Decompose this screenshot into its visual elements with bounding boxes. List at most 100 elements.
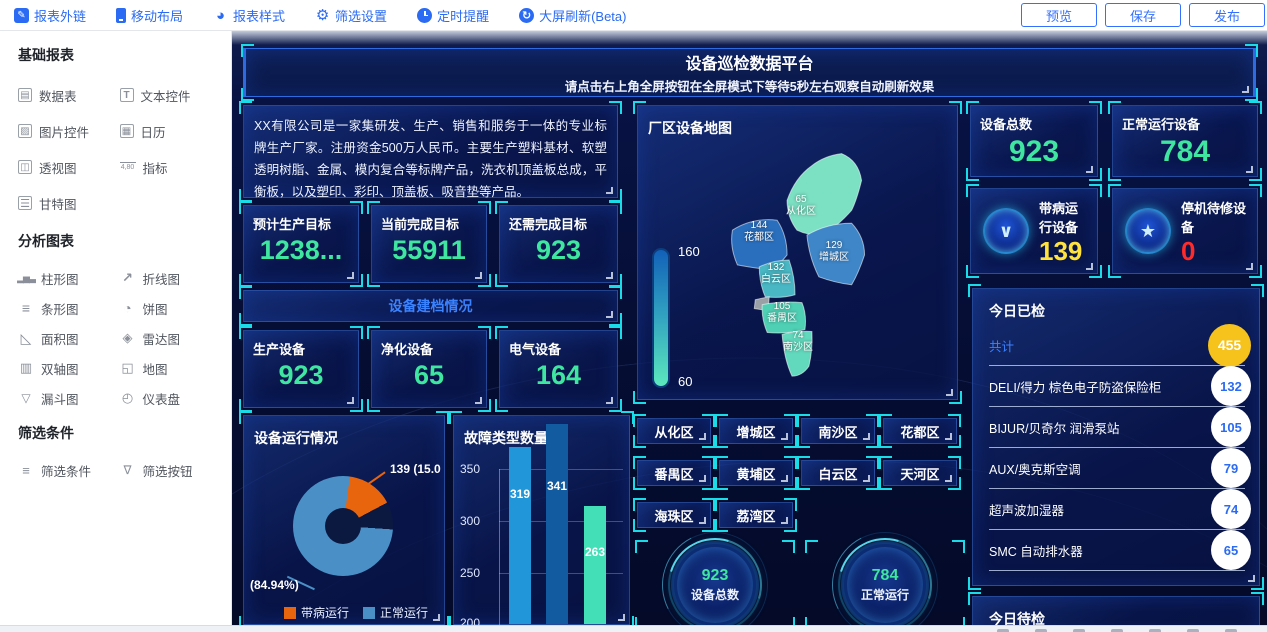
list-item[interactable]: DELI/得力 棕色电子防盗保险柜132	[989, 366, 1245, 407]
preview-button[interactable]: 预览	[1021, 3, 1097, 27]
sidebar-item-radar-chart[interactable]: 雷达图	[120, 323, 222, 353]
resize-handle[interactable]	[781, 475, 788, 482]
list-item[interactable]: BIJUR/贝奇尔 润滑泵站105	[989, 407, 1245, 448]
resize-handle[interactable]	[699, 475, 706, 482]
kpi-current-complete[interactable]: 当前完成目标55911	[371, 205, 487, 283]
district-button-panyu[interactable]: 番禺区	[637, 460, 711, 486]
factory-map-widget[interactable]: 厂区设备地图 65从化区 144花都区 129增城区 132白云区 105番禺区…	[637, 105, 958, 400]
resize-handle[interactable]	[1246, 166, 1253, 173]
resize-handle[interactable]	[699, 517, 706, 524]
sidebar-item-gantt[interactable]: 甘特图	[18, 185, 120, 221]
bar-fault-type-2[interactable]	[546, 424, 568, 624]
list-item-total[interactable]: 共计455	[989, 325, 1245, 366]
resize-handle[interactable]	[475, 272, 482, 279]
sidebar-item-metric[interactable]: 指标	[120, 149, 222, 185]
district-button-nansha[interactable]: 南沙区	[801, 418, 875, 444]
district-button-conghua[interactable]: 从化区	[637, 418, 711, 444]
district-button-haizhu[interactable]: 海珠区	[637, 502, 711, 528]
publish-button[interactable]: 发布	[1189, 3, 1265, 27]
resize-handle[interactable]	[1086, 166, 1093, 173]
stat-faulty-running-devices[interactable]: ∨ 带病运行设备139	[970, 188, 1098, 274]
district-button-huadu[interactable]: 花都区	[883, 418, 957, 444]
sidebar-item-column-chart[interactable]: 柱形图	[18, 263, 120, 293]
stat-normal-running-devices[interactable]: 正常运行设备784	[1112, 105, 1258, 177]
sidebar-item-pivot[interactable]: 透视图	[18, 149, 120, 185]
fault-type-chart-widget[interactable]: 故障类型数量 350 300 250 200 319 341 263	[453, 415, 630, 625]
gauge-total-devices-widget[interactable]: 923设备总数	[640, 545, 790, 625]
resize-handle[interactable]	[1246, 263, 1253, 270]
list-item[interactable]: AUX/奥克斯空调79	[989, 448, 1245, 489]
resize-handle[interactable]	[606, 272, 613, 279]
toolbar-item-filter-settings[interactable]: 筛选设置	[315, 6, 387, 25]
resize-handle[interactable]	[606, 397, 613, 404]
resize-handle[interactable]	[433, 614, 440, 621]
sidebar-item-area-chart[interactable]: 面积图	[18, 323, 120, 353]
save-button[interactable]: 保存	[1105, 3, 1181, 27]
resize-handle[interactable]	[606, 311, 613, 318]
sidebar-item-gauge[interactable]: 仪表盘	[120, 383, 222, 413]
sidebar-item-data-table[interactable]: 数据表	[18, 77, 120, 113]
resize-handle[interactable]	[475, 397, 482, 404]
resize-handle[interactable]	[781, 517, 788, 524]
resize-handle[interactable]	[347, 272, 354, 279]
bar-fault-type-1[interactable]	[509, 447, 531, 624]
sidebar-item-pie-chart[interactable]: 饼图	[120, 293, 222, 323]
toolbar-item-scheduled-reminder[interactable]: 定时提醒	[417, 6, 489, 25]
toolbar-item-report-style[interactable]: 报表样式	[213, 6, 285, 25]
stat-total-devices[interactable]: 设备总数923	[970, 105, 1098, 177]
sidebar-item-filter-condition[interactable]: 筛选条件	[18, 455, 120, 485]
checked-today-list-widget[interactable]: 今日已检 共计455 DELI/得力 棕色电子防盗保险柜132 BIJUR/贝奇…	[972, 288, 1260, 586]
sidebar-item-funnel-chart[interactable]: 漏斗图	[18, 383, 120, 413]
dashboard-title-widget[interactable]: 设备巡检数据平台 请点击右上角全屏按钮在全屏模式下等待5秒左右观察自动刷新效果	[243, 48, 1256, 97]
resize-handle[interactable]	[946, 389, 953, 396]
dashboard-canvas[interactable]: 设备巡检数据平台 请点击右上角全屏按钮在全屏模式下等待5秒左右观察自动刷新效果 …	[232, 31, 1267, 625]
resize-handle[interactable]	[945, 475, 952, 482]
list-item[interactable]: SMC 自动排水器65	[989, 530, 1245, 571]
resize-handle[interactable]	[699, 433, 706, 440]
resize-handle[interactable]	[1248, 575, 1255, 582]
resize-handle[interactable]	[781, 433, 788, 440]
pending-today-list-widget[interactable]: 今日待检	[972, 596, 1260, 625]
resize-handle[interactable]	[863, 433, 870, 440]
resize-handle[interactable]	[945, 433, 952, 440]
toolbar-item-report-link[interactable]: 报表外链	[14, 6, 86, 25]
sidebar-item-image-widget[interactable]: 图片控件	[18, 113, 120, 149]
run-status-chart-widget[interactable]: 设备运行情况 139 (15.0 (84.94%) 带病运行 正常运行	[243, 415, 445, 625]
toolbar-item-screen-refresh[interactable]: 大屏刷新(Beta)	[519, 6, 626, 25]
kpi-electrical-devices[interactable]: 电气设备164	[499, 330, 618, 408]
company-intro-widget[interactable]: XX有限公司是一家集研发、生产、销售和服务于一体的专业标牌生产厂家。注册资金50…	[243, 105, 618, 198]
run-status-donut-chart[interactable]	[293, 476, 393, 576]
sidebar-item-calendar[interactable]: 日历	[120, 113, 222, 149]
archive-status-bar[interactable]: 设备建档情况	[243, 290, 618, 322]
sidebar-item-dual-axis[interactable]: 双轴图	[18, 353, 120, 383]
legend-item[interactable]: 带病运行	[284, 604, 349, 621]
gauge-normal-running-widget[interactable]: 784正常运行	[810, 545, 960, 625]
resize-handle[interactable]	[347, 397, 354, 404]
resize-handle[interactable]	[606, 187, 613, 194]
sidebar-item-map[interactable]: 地图	[120, 353, 222, 383]
kpi-forecast-target[interactable]: 预计生产目标1238...	[243, 205, 359, 283]
toolbar-item-mobile-layout[interactable]: 移动布局	[116, 6, 183, 25]
kpi-purification-devices[interactable]: 净化设备65	[371, 330, 487, 408]
district-button-zengcheng[interactable]: 增城区	[719, 418, 793, 444]
resize-handle[interactable]	[618, 614, 625, 621]
kpi-production-devices[interactable]: 生产设备923	[243, 330, 359, 408]
donut-legend[interactable]: 带病运行 正常运行	[284, 604, 428, 621]
archive-status-label: 设备建档情况	[389, 296, 473, 316]
bar-fault-type-3[interactable]	[584, 506, 606, 624]
sidebar-item-bar-chart[interactable]: 条形图	[18, 293, 120, 323]
sidebar-item-text-widget[interactable]: 文本控件	[120, 77, 222, 113]
list-item[interactable]: 超声波加湿器74	[989, 489, 1245, 530]
district-button-huangpu[interactable]: 黄埔区	[719, 460, 793, 486]
stat-stopped-devices[interactable]: ★ 停机待修设备0	[1112, 188, 1258, 274]
legend-item[interactable]: 正常运行	[363, 604, 428, 621]
district-button-baiyun[interactable]: 白云区	[801, 460, 875, 486]
resize-handle[interactable]	[863, 475, 870, 482]
district-button-tianhe[interactable]: 天河区	[883, 460, 957, 486]
kpi-remaining-target[interactable]: 还需完成目标923	[499, 205, 618, 283]
sidebar-item-filter-button[interactable]: 筛选按钮	[120, 455, 222, 485]
sidebar-item-line-chart[interactable]: 折线图	[120, 263, 222, 293]
resize-handle[interactable]	[1086, 263, 1093, 270]
resize-handle[interactable]	[1242, 86, 1249, 93]
district-button-liwan[interactable]: 荔湾区	[719, 502, 793, 528]
